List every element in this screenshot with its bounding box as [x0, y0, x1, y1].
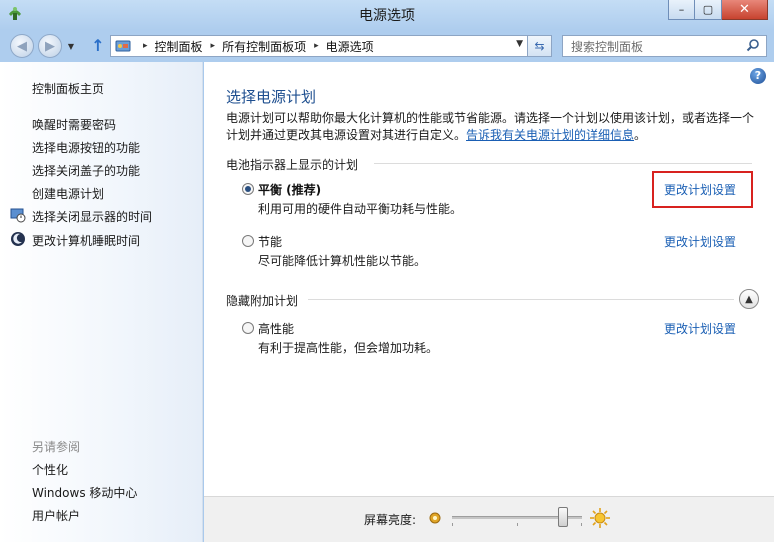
group-divider	[308, 299, 734, 300]
see-also-heading: 另请参阅	[32, 440, 81, 454]
sidebar-item-create-plan[interactable]: 创建电源计划	[32, 185, 104, 202]
history-dropdown[interactable]: ▼	[64, 34, 78, 58]
sidebar-item-mobility-center[interactable]: Windows 移动中心	[32, 484, 137, 501]
address-dropdown-icon[interactable]: ▼	[516, 39, 523, 49]
sidebar-item-power-button[interactable]: 选择电源按钮的功能	[32, 139, 140, 156]
breadcrumb-power-options[interactable]: 电源选项	[326, 38, 374, 55]
brightness-bar: 屏幕亮度:	[204, 496, 774, 542]
brightness-low-icon	[429, 512, 441, 524]
plan-balanced-desc: 利用可用的硬件自动平衡功耗与性能。	[258, 202, 463, 216]
plan-saver-desc: 尽可能降低计算机性能以节能。	[258, 254, 427, 268]
sidebar-item-sleep-time[interactable]: 更改计算机睡眠时间	[32, 232, 140, 249]
title-bar: 电源选项 – ▢ ✕	[0, 0, 774, 30]
slider-tick	[452, 523, 453, 526]
sidebar-item-personalization[interactable]: 个性化	[32, 461, 68, 478]
breadcrumb-separator-icon[interactable]: ▸	[211, 41, 216, 51]
plan-high-radio[interactable]	[242, 322, 254, 334]
plan-balanced-name[interactable]: 平衡 (推荐)	[258, 181, 321, 198]
control-panel-icon	[115, 40, 131, 52]
window-title: 电源选项	[359, 8, 415, 24]
window-controls: – ▢ ✕	[668, 0, 768, 20]
plan-high-desc: 有利于提高性能，但会增加功耗。	[258, 341, 439, 355]
sidebar-item-home[interactable]: 控制面板主页	[32, 80, 104, 97]
sidebar-item-user-accounts[interactable]: 用户帐户	[32, 507, 80, 524]
address-bar[interactable]: ▸ 控制面板 ▸ 所有控制面板项 ▸ 电源选项 ▼	[110, 35, 528, 57]
sidebar-item-display-off[interactable]: 选择关闭显示器的时间	[32, 208, 152, 225]
group-header-hidden: 隐藏附加计划	[226, 294, 299, 308]
page-title: 选择电源计划	[226, 88, 317, 106]
breadcrumb-separator-icon[interactable]: ▸	[143, 41, 148, 51]
plan-high-name[interactable]: 高性能	[258, 320, 294, 337]
back-arrow-icon: ◀	[17, 38, 27, 54]
plan-saver-settings-link[interactable]: 更改计划设置	[664, 233, 736, 250]
plan-saver-name[interactable]: 节能	[258, 233, 282, 250]
refresh-button[interactable]: ⇆	[528, 35, 552, 57]
brightness-label: 屏幕亮度:	[364, 513, 417, 527]
sidebar: 控制面板主页 唤醒时需要密码 选择电源按钮的功能 选择关闭盖子的功能 创建电源计…	[0, 62, 203, 542]
description-end: 。	[634, 128, 647, 142]
group-header-battery: 电池指示器上显示的计划	[226, 158, 359, 172]
sidebar-item-wake-password[interactable]: 唤醒时需要密码	[32, 116, 116, 133]
display-timer-icon	[10, 208, 26, 223]
refresh-icon: ⇆	[534, 39, 545, 53]
plan-saver-radio[interactable]	[242, 235, 254, 247]
chevron-up-icon: ▲	[745, 293, 753, 305]
collapse-button[interactable]: ▲	[739, 289, 759, 309]
back-button[interactable]: ◀	[10, 34, 34, 58]
breadcrumb-all-items[interactable]: 所有控制面板项	[222, 38, 306, 55]
breadcrumb-control-panel[interactable]: 控制面板	[155, 38, 203, 55]
navigation-bar: ◀ ▶ ▼ ↑ ▸ 控制面板 ▸ 所有控制面板项 ▸ 电源选项 ▼ ⇆ 搜索控制…	[0, 30, 774, 62]
highlight-box	[652, 171, 753, 208]
plan-high-settings-link[interactable]: 更改计划设置	[664, 320, 736, 337]
close-button[interactable]: ✕	[722, 0, 768, 20]
search-input[interactable]: 搜索控制面板	[562, 35, 767, 57]
help-icon[interactable]: ?	[750, 68, 766, 84]
power-plan-info-link[interactable]: 告诉我有关电源计划的详细信息	[466, 128, 634, 142]
forward-arrow-icon: ▶	[45, 38, 55, 54]
breadcrumb-separator-icon[interactable]: ▸	[314, 41, 319, 51]
forward-button[interactable]: ▶	[38, 34, 62, 58]
plan-balanced-radio[interactable]	[242, 183, 254, 195]
search-icon[interactable]	[746, 38, 760, 52]
brightness-slider-thumb[interactable]	[557, 507, 568, 527]
up-arrow-icon[interactable]: ↑	[88, 36, 108, 56]
page-description: 电源计划可以帮助你最大化计算机的性能或节省能源。请选择一个计划以使用该计划，或者…	[226, 110, 760, 144]
main-content: ? 选择电源计划 电源计划可以帮助你最大化计算机的性能或节省能源。请选择一个计划…	[204, 62, 774, 496]
slider-tick	[517, 523, 518, 526]
search-placeholder: 搜索控制面板	[571, 39, 644, 54]
slider-tick	[581, 523, 582, 526]
minimize-button[interactable]: –	[668, 0, 695, 20]
group-divider	[374, 163, 752, 164]
brightness-high-icon	[590, 508, 610, 528]
sleep-moon-icon	[11, 232, 25, 246]
sidebar-item-lid-close[interactable]: 选择关闭盖子的功能	[32, 162, 140, 179]
maximize-button[interactable]: ▢	[695, 0, 722, 20]
